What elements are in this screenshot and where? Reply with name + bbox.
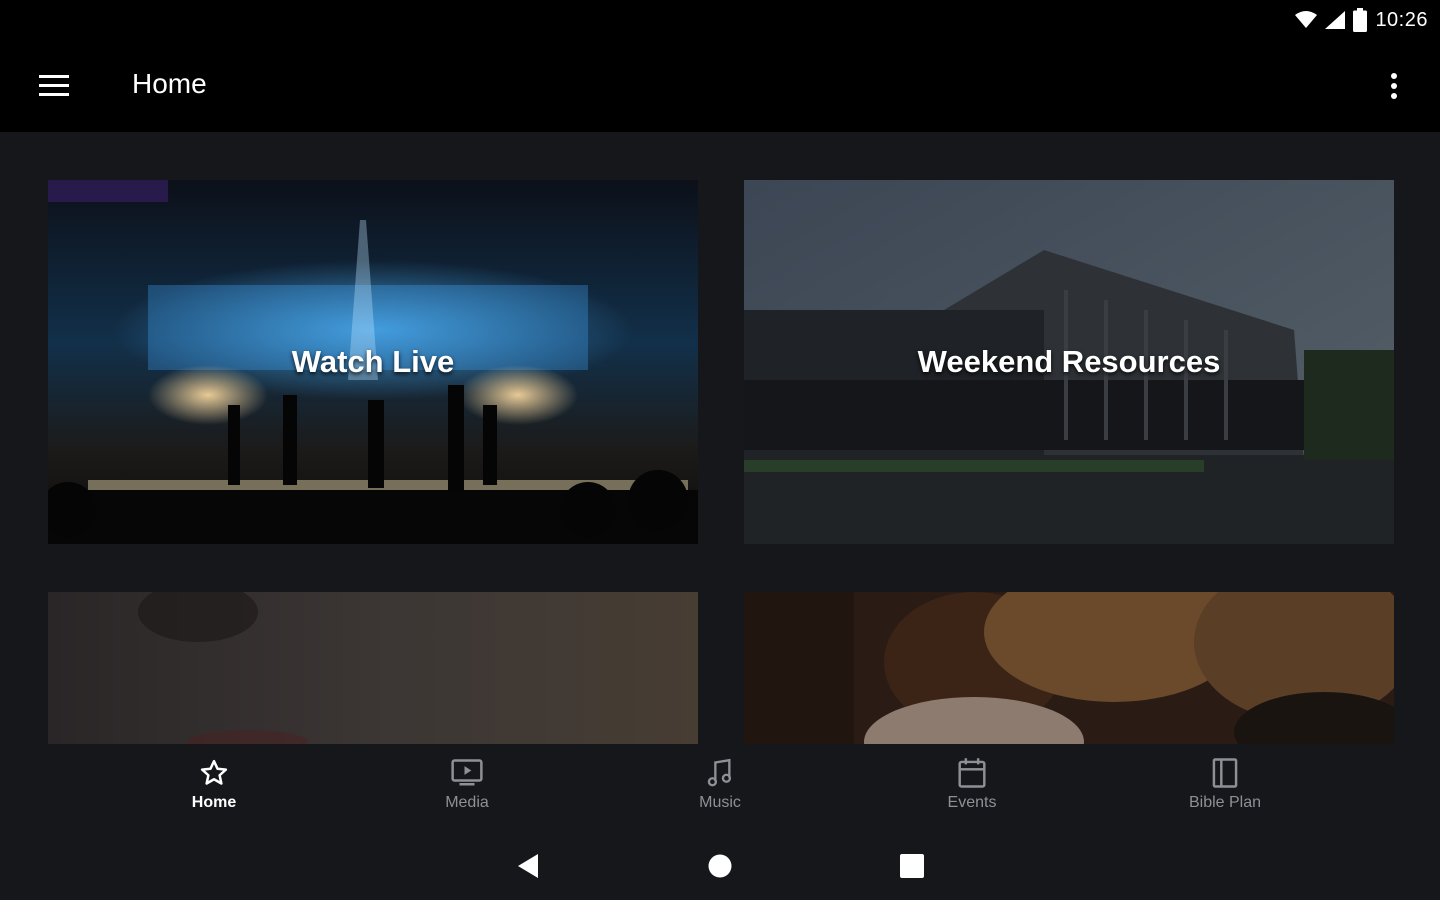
status-bar: 10:26	[0, 0, 1440, 40]
page-title: Home	[132, 68, 207, 99]
nav-item-music[interactable]: Music	[650, 756, 790, 822]
nav-item-bible-plan[interactable]: Bible Plan	[1155, 756, 1295, 822]
nav-label-events: Events	[947, 794, 997, 811]
overflow-menu-button[interactable]	[1370, 58, 1418, 114]
home-content: Watch Live Weekend Resources	[0, 132, 1440, 744]
blurred-interior-image	[48, 592, 698, 744]
nav-label-music: Music	[699, 794, 741, 811]
nav-label-media: Media	[445, 794, 489, 811]
recents-button[interactable]	[892, 848, 932, 884]
nav-item-media[interactable]: Media	[397, 756, 537, 822]
menu-button[interactable]	[26, 58, 82, 114]
star-icon	[197, 756, 231, 790]
bottom-navigation: Home Media Music Events Bible Plan	[0, 744, 1440, 834]
nav-item-events[interactable]: Events	[902, 756, 1042, 822]
tile-blurred-interior[interactable]	[48, 592, 698, 744]
system-navigation-bar	[0, 834, 1440, 900]
back-button[interactable]	[508, 848, 548, 884]
nav-label-bible-plan: Bible Plan	[1188, 794, 1262, 811]
home-icon	[708, 854, 732, 878]
status-time: 10:26	[1375, 8, 1428, 31]
tile-weekend-resources[interactable]: Weekend Resources	[744, 180, 1394, 544]
more-vertical-icon	[1391, 73, 1397, 99]
music-note-icon	[703, 756, 737, 790]
cellular-signal-icon	[1325, 11, 1346, 29]
people-embracing-image	[744, 592, 1394, 744]
wifi-icon	[1295, 11, 1318, 28]
nav-label-home: Home	[191, 794, 237, 811]
hamburger-menu-icon	[39, 75, 69, 96]
tv-play-icon	[450, 756, 484, 790]
calendar-icon	[955, 756, 989, 790]
nav-item-home[interactable]: Home	[144, 756, 284, 822]
tile-label: Weekend Resources	[917, 344, 1221, 379]
status-icons: 10:26	[1295, 6, 1428, 34]
tile-label: Watch Live	[291, 344, 455, 379]
tile-people-embracing[interactable]	[744, 592, 1394, 744]
battery-icon	[1353, 8, 1368, 32]
back-icon	[518, 854, 538, 878]
app-bar: Home	[0, 40, 1440, 132]
book-icon	[1208, 756, 1242, 790]
home-button[interactable]	[700, 848, 740, 884]
recents-icon	[900, 854, 924, 878]
tile-watch-live[interactable]: Watch Live	[48, 180, 698, 544]
